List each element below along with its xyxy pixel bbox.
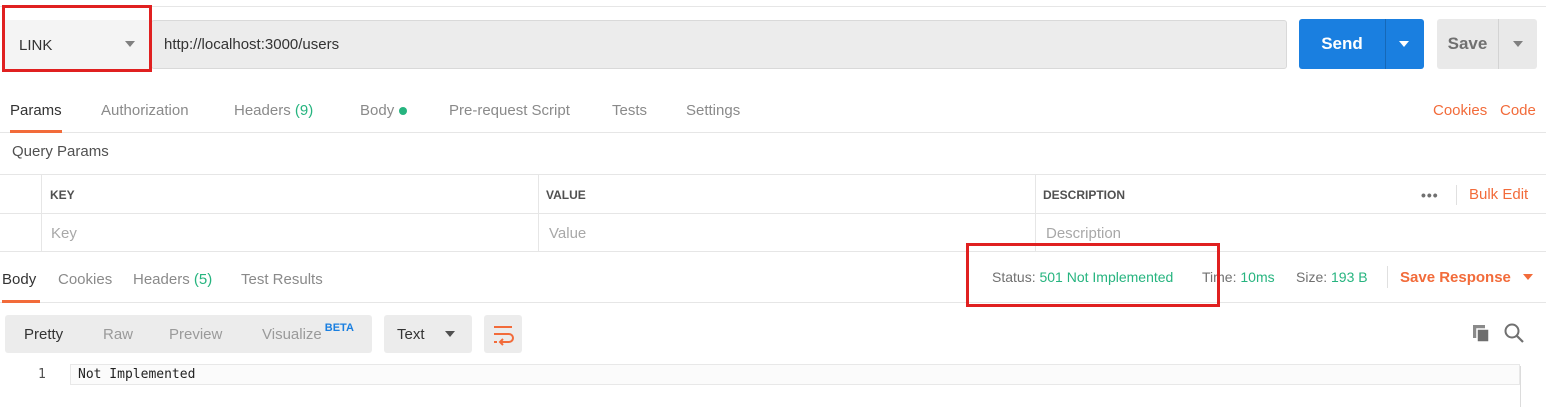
time-value[interactable]: 10ms bbox=[1240, 269, 1274, 285]
tab-headers[interactable]: Headers (9) bbox=[234, 88, 313, 133]
response-type-select[interactable]: Text bbox=[384, 315, 472, 353]
url-input[interactable]: http://localhost:3000/users bbox=[151, 20, 1287, 69]
column-divider bbox=[41, 175, 42, 252]
response-size: Size: 193 B bbox=[1296, 256, 1368, 298]
wrap-lines-button[interactable] bbox=[484, 315, 522, 353]
save-options-chevron-icon[interactable] bbox=[1499, 19, 1537, 69]
method-value: LINK bbox=[19, 36, 53, 54]
size-label: Size: bbox=[1296, 269, 1328, 285]
description-input[interactable]: Description bbox=[1046, 214, 1526, 252]
method-select[interactable]: LINK bbox=[3, 20, 151, 70]
response-type-value: Text bbox=[397, 325, 425, 343]
search-icon[interactable] bbox=[1503, 322, 1525, 344]
visualize-button[interactable]: Visualize BETA bbox=[262, 315, 354, 353]
request-tabs: Params Authorization Headers (9) Body Pr… bbox=[0, 88, 1546, 133]
status-value[interactable]: 501 Not Implemented bbox=[1039, 269, 1173, 285]
visualize-label: Visualize bbox=[262, 325, 322, 343]
send-options-chevron-icon[interactable] bbox=[1386, 19, 1424, 69]
more-options-icon[interactable]: ••• bbox=[1421, 175, 1439, 214]
send-button[interactable]: Send bbox=[1299, 19, 1385, 69]
tab-label: Test Results bbox=[241, 271, 323, 288]
format-toggle-group: Pretty Raw Preview Visualize BETA bbox=[5, 315, 372, 353]
raw-button[interactable]: Raw bbox=[103, 315, 133, 353]
tab-label: Headers bbox=[133, 271, 190, 288]
tab-label: Params bbox=[10, 102, 62, 119]
tab-params[interactable]: Params bbox=[10, 88, 62, 133]
bulk-edit-link[interactable]: Bulk Edit bbox=[1469, 175, 1528, 214]
url-value: http://localhost:3000/users bbox=[164, 36, 340, 53]
response-time: Time: 10ms bbox=[1202, 256, 1275, 298]
key-column-header: KEY bbox=[50, 187, 75, 202]
tab-label: Body bbox=[360, 102, 395, 119]
code-link[interactable]: Code bbox=[1500, 88, 1536, 133]
tab-test-results[interactable]: Test Results bbox=[241, 256, 323, 303]
tab-response-headers[interactable]: Headers (5) bbox=[133, 256, 212, 303]
tab-settings[interactable]: Settings bbox=[686, 88, 740, 133]
send-button-group: Send bbox=[1299, 19, 1424, 69]
tab-label: Headers bbox=[234, 102, 291, 119]
response-headers-count: (5) bbox=[193, 271, 213, 288]
preview-button[interactable]: Preview bbox=[169, 315, 222, 353]
tab-body[interactable]: Body bbox=[360, 88, 408, 133]
top-border bbox=[0, 0, 1546, 7]
chevron-down-icon bbox=[445, 331, 455, 337]
tab-label: Cookies bbox=[58, 271, 113, 288]
tab-tests[interactable]: Tests bbox=[612, 88, 647, 133]
save-response-label: Save Response bbox=[1400, 268, 1511, 286]
table-header-row bbox=[0, 175, 1546, 214]
time-label: Time: bbox=[1202, 269, 1237, 285]
tab-label: Body bbox=[2, 271, 37, 288]
tab-response-body[interactable]: Body bbox=[2, 256, 41, 303]
line-number: 1 bbox=[38, 367, 46, 382]
size-value[interactable]: 193 B bbox=[1331, 269, 1368, 285]
copy-icon[interactable] bbox=[1471, 322, 1493, 344]
value-column-header: VALUE bbox=[546, 187, 586, 202]
column-divider bbox=[1035, 175, 1036, 252]
tab-label: Pre-request Script bbox=[449, 102, 570, 119]
description-column-header: DESCRIPTION bbox=[1043, 187, 1126, 202]
tab-pre-request-script[interactable]: Pre-request Script bbox=[449, 88, 570, 133]
response-status: Status: 501 Not Implemented bbox=[992, 256, 1173, 298]
chevron-down-icon bbox=[125, 41, 135, 47]
bulk-edit-divider bbox=[1456, 185, 1457, 205]
response-body-editor[interactable]: 1 Not Implemented bbox=[0, 364, 1546, 407]
beta-badge: BETA bbox=[324, 322, 354, 334]
chevron-down-icon bbox=[1522, 274, 1533, 280]
body-indicator-dot-icon bbox=[399, 106, 408, 115]
wrap-lines-icon bbox=[494, 326, 514, 346]
editor-scrollbar[interactable] bbox=[1520, 366, 1535, 407]
key-input[interactable]: Key bbox=[51, 214, 531, 252]
save-button[interactable]: Save bbox=[1437, 19, 1498, 69]
tab-label: Settings bbox=[686, 102, 741, 119]
headers-count: (9) bbox=[294, 102, 314, 119]
value-input[interactable]: Value bbox=[549, 214, 1029, 252]
save-button-group: Save bbox=[1437, 19, 1537, 69]
query-params-title: Query Params bbox=[12, 143, 109, 160]
column-divider bbox=[538, 175, 539, 252]
cookies-link[interactable]: Cookies bbox=[1433, 88, 1487, 133]
tab-authorization[interactable]: Authorization bbox=[101, 88, 189, 133]
code-line: Not Implemented bbox=[78, 367, 196, 382]
tab-label: Authorization bbox=[101, 102, 189, 119]
current-line-highlight bbox=[70, 364, 1520, 385]
tab-label: Tests bbox=[612, 102, 648, 119]
query-params-table: KEY VALUE DESCRIPTION ••• Bulk Edit Key … bbox=[0, 174, 1546, 252]
save-response-button[interactable]: Save Response bbox=[1400, 256, 1533, 298]
save-response-divider bbox=[1387, 266, 1388, 288]
pretty-button[interactable]: Pretty bbox=[24, 315, 63, 353]
status-label: Status: bbox=[992, 269, 1036, 285]
tab-response-cookies[interactable]: Cookies bbox=[58, 256, 112, 303]
